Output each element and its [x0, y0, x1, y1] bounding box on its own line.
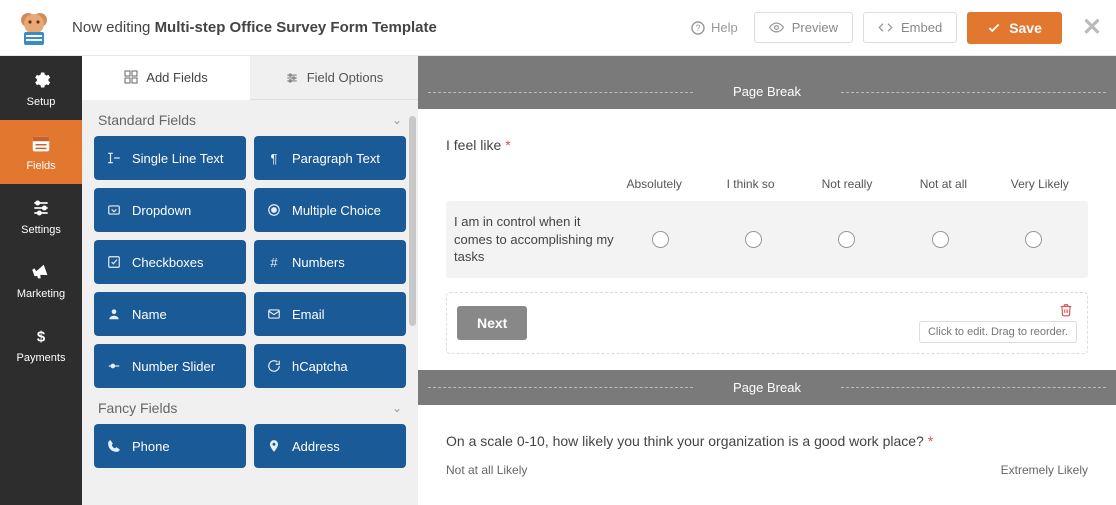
rail-marketing[interactable]: Marketing [0, 248, 82, 312]
likert-radio[interactable] [838, 231, 855, 248]
help-icon: ? [691, 21, 705, 35]
panel-scrollbar[interactable] [409, 116, 416, 326]
dropdown-icon [106, 202, 122, 218]
field-hcaptcha[interactable]: hCaptcha [254, 344, 406, 388]
page-break[interactable]: Page Break [418, 370, 1116, 405]
field-address[interactable]: Address [254, 424, 406, 468]
scale-endpoints: Not at all Likely Extremely Likely [446, 463, 1088, 477]
close-icon[interactable]: ✕ [1082, 13, 1102, 42]
editing-title: Now editing Multi-step Office Survey For… [72, 19, 437, 36]
chevron-down-icon: ⌄ [392, 401, 402, 415]
required-asterisk: * [928, 433, 933, 449]
question-label: On a scale 0-10, how likely you think yo… [446, 433, 1088, 451]
hash-icon: # [266, 254, 282, 270]
text-icon [106, 150, 122, 166]
page-break[interactable]: Page Break [418, 74, 1116, 109]
rail-setup[interactable]: Setup [0, 56, 82, 120]
required-asterisk: * [505, 137, 510, 153]
likert-radio[interactable] [652, 231, 669, 248]
options-icon [285, 71, 299, 85]
next-button[interactable]: Next [457, 306, 527, 340]
bullhorn-icon [30, 261, 52, 283]
question-label: I feel like* [446, 137, 1088, 155]
svg-text:$: $ [37, 328, 46, 345]
likert-row: I am in control when it comes to accompl… [446, 201, 1088, 278]
captcha-icon [266, 358, 282, 374]
edit-hint: Click to edit. Drag to reorder. [919, 321, 1077, 343]
field-dropdown[interactable]: Dropdown [94, 188, 246, 232]
section-standard-fields[interactable]: Standard Fields ⌄ [92, 100, 408, 136]
field-number-slider[interactable]: Number Slider [94, 344, 246, 388]
field-paragraph-text[interactable]: ¶Paragraph Text [254, 136, 406, 180]
code-icon [878, 20, 893, 35]
rail-fields[interactable]: Fields [0, 120, 82, 184]
help-link[interactable]: ? Help [691, 20, 738, 35]
field-email[interactable]: Email [254, 292, 406, 336]
trash-icon[interactable] [1059, 303, 1073, 317]
preview-button[interactable]: Preview [754, 12, 853, 43]
dollar-icon: $ [30, 325, 52, 347]
tab-field-options[interactable]: Field Options [250, 56, 418, 100]
app-logo [14, 8, 54, 48]
likert-radio[interactable] [745, 231, 762, 248]
grid-icon [124, 70, 138, 84]
radio-icon [266, 202, 282, 218]
field-name[interactable]: Name [94, 292, 246, 336]
rail-settings[interactable]: Settings [0, 184, 82, 248]
chevron-down-icon: ⌄ [392, 113, 402, 127]
form-icon [30, 133, 52, 155]
envelope-icon [266, 306, 282, 322]
pin-icon [266, 438, 282, 454]
left-rail: Setup Fields Settings Marketing $ Paymen… [0, 56, 82, 505]
save-button[interactable]: Save [967, 12, 1062, 44]
top-bar: Now editing Multi-step Office Survey For… [0, 0, 1116, 56]
rail-payments[interactable]: $ Payments [0, 312, 82, 376]
svg-text:?: ? [695, 23, 700, 33]
paragraph-icon: ¶ [266, 150, 282, 166]
check-icon [106, 254, 122, 270]
embed-button[interactable]: Embed [863, 12, 957, 43]
section-fancy-fields[interactable]: Fancy Fields ⌄ [92, 388, 408, 424]
likert-radio[interactable] [1025, 231, 1042, 248]
tab-add-fields[interactable]: Add Fields [82, 56, 250, 100]
user-icon [106, 306, 122, 322]
field-checkboxes[interactable]: Checkboxes [94, 240, 246, 284]
field-multiple-choice[interactable]: Multiple Choice [254, 188, 406, 232]
phone-icon [106, 438, 122, 454]
sliders-icon [30, 197, 52, 219]
fields-panel: Add Fields Field Options Standard Fields… [82, 56, 418, 505]
likert-radio[interactable] [932, 231, 949, 248]
likert-header: Absolutely I think so Not really Not at … [446, 177, 1088, 201]
next-block[interactable]: Next Click to edit. Drag to reorder. [446, 292, 1088, 354]
gear-icon [30, 69, 52, 91]
likert-row-label: I am in control when it comes to accompl… [454, 213, 614, 266]
field-numbers[interactable]: #Numbers [254, 240, 406, 284]
form-canvas: Page Break I feel like* Absolutely I thi… [418, 56, 1116, 505]
eye-icon [769, 20, 784, 35]
slider-icon [106, 358, 122, 374]
field-single-line-text[interactable]: Single Line Text [94, 136, 246, 180]
check-icon [987, 21, 1001, 35]
field-phone[interactable]: Phone [94, 424, 246, 468]
